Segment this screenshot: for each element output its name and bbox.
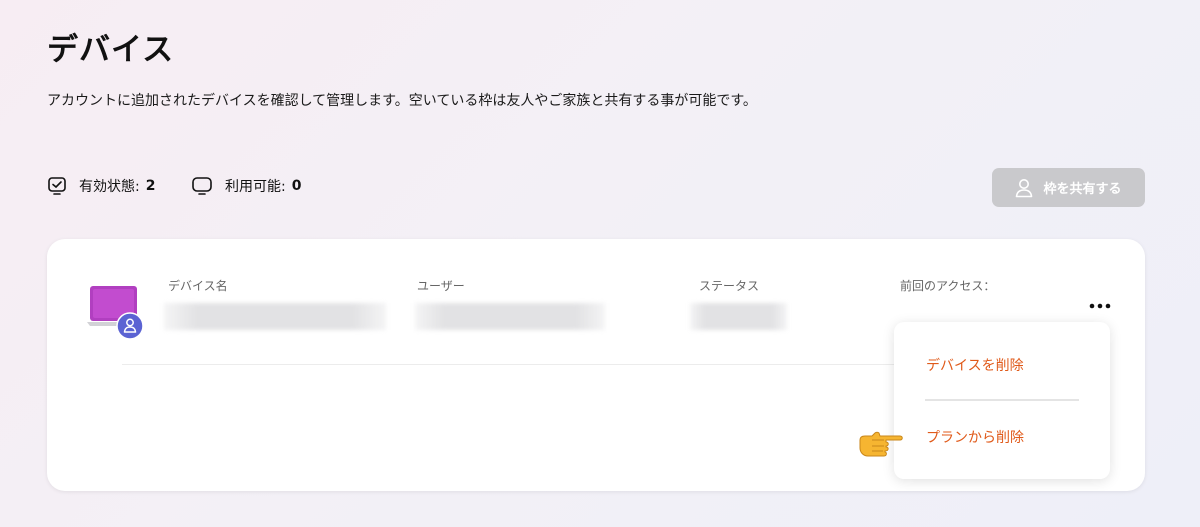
row-divider	[122, 364, 942, 365]
remove-device-menu-item[interactable]: デバイスを削除	[926, 355, 1024, 375]
menu-divider	[925, 399, 1079, 401]
remove-from-plan-menu-item[interactable]: プランから削除	[926, 427, 1024, 447]
column-header-last-access: 前回のアクセス：	[900, 279, 996, 293]
stat-available-value: 0	[291, 178, 302, 194]
column-header-status: ステータス	[699, 279, 760, 293]
page-description: アカウントに追加されたデバイスを確認して管理します。空いている枠は友人やご家族と…	[47, 93, 757, 109]
share-slot-button-label: 枠を共有する	[1043, 182, 1122, 197]
monitor-icon	[192, 177, 212, 195]
column-header-device-name: デバイス名	[168, 279, 228, 293]
page-title: デバイス	[47, 32, 175, 68]
stat-active: 有効状態: 2	[47, 176, 155, 196]
user-redacted	[415, 303, 605, 330]
laptop-icon	[87, 286, 144, 340]
user-icon	[1016, 178, 1033, 197]
share-slot-button[interactable]: 枠を共有する	[992, 168, 1145, 207]
more-dots-icon	[1089, 303, 1111, 309]
stat-available-label: 利用可能:	[225, 179, 286, 195]
status-redacted	[690, 303, 787, 330]
stat-active-label: 有効状態:	[79, 179, 140, 195]
pointing-hand-icon	[859, 431, 903, 457]
stat-active-value: 2	[145, 178, 156, 194]
device-check-icon	[48, 177, 66, 195]
column-header-user: ユーザー	[417, 279, 465, 293]
device-context-menu: デバイスを削除 プランから削除	[894, 322, 1110, 479]
stat-available: 利用可能: 0	[191, 176, 301, 196]
more-options-button[interactable]	[1085, 295, 1115, 315]
device-name-redacted	[164, 303, 386, 330]
